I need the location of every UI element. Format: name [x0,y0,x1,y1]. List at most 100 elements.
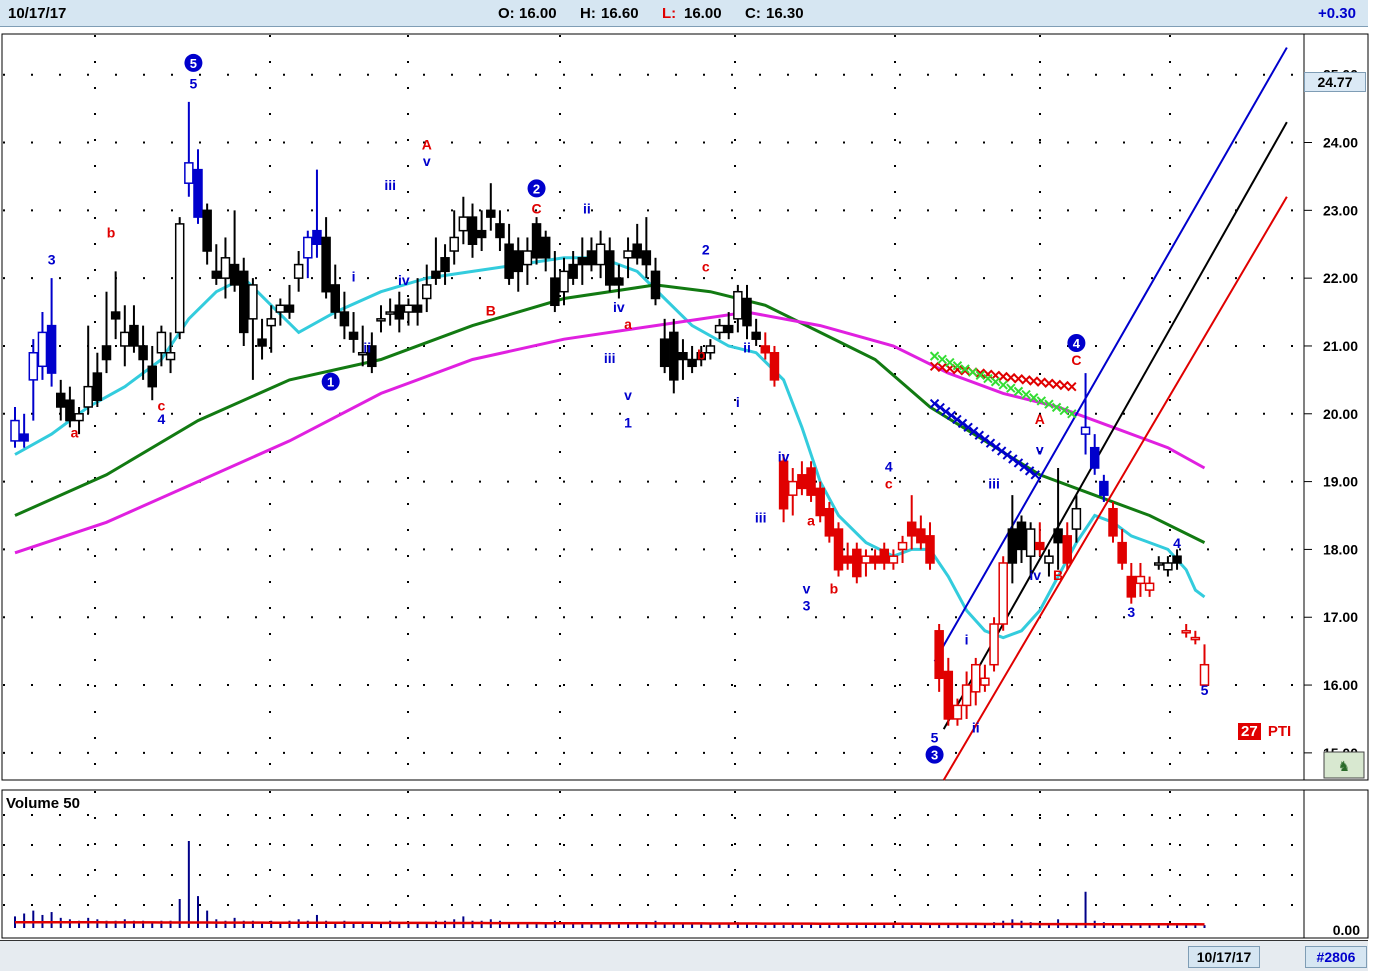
candle-body [824,507,835,537]
candle-body [239,270,249,334]
wave-label: 2 [702,241,710,257]
candle-body [723,324,734,334]
wave-label: A [422,136,432,152]
candle-body [303,236,313,259]
candle-body [165,351,176,361]
wave-label: ii [363,340,371,356]
wave-label: c [702,258,710,274]
candle-body [623,250,633,259]
candle-body [769,351,780,381]
wave-label: C [531,201,541,217]
wave-label: iv [1029,567,1041,583]
price-chart: 553bac41iiiiiiivAvB2C iiivaiiiv12cb iiiivi… [1,33,1369,968]
candle-body [842,555,853,564]
candle-body [733,290,743,320]
candle-body [614,277,624,286]
candle [824,501,835,543]
candle-body [1117,541,1127,564]
wave-label: B [486,302,496,318]
candle [806,461,816,502]
candle-body [531,223,542,259]
candle-body [1071,507,1082,530]
candle-body [705,345,716,354]
wave-label: 1 [624,414,632,430]
candle-body [1062,535,1072,564]
candle [815,481,825,523]
candle-body [952,704,963,720]
candle-body [101,345,112,361]
y-tick-label: 22.00 [1323,270,1358,286]
candle-body [906,521,917,537]
wave-label: v [624,387,632,403]
candle-body [211,270,222,279]
candle-body [403,304,414,313]
candle-body [1108,507,1118,537]
wave-label: v [1036,441,1044,457]
wave-label: iii [604,350,616,366]
footer-date-box: 10/17/17 [1188,946,1260,968]
candle-body [669,331,679,381]
candle-body [1016,521,1027,551]
y-tick-label: 23.00 [1323,202,1358,218]
candle-body [861,555,871,564]
wave-label: iv [398,272,410,288]
candle-body [120,331,130,347]
candle-body [74,413,84,422]
wave-label: C [1071,352,1081,368]
wave-label: 4 [1073,336,1081,351]
wave-label: iii [988,475,1000,491]
candle-body [312,229,322,245]
candle-body [1190,636,1201,641]
y-tick-label: 20.00 [1323,406,1358,422]
candle-body [422,284,432,300]
candle-body [980,677,990,686]
candle [833,522,844,577]
candle-body [339,311,350,327]
candle-body [1044,555,1054,564]
candle-body [348,331,359,340]
candle-body [248,284,258,320]
candle-body [550,277,560,307]
candle-body [65,399,75,422]
candle-body [504,243,514,279]
candle-body [46,324,57,374]
wave-label: iii [755,509,767,525]
candle-body [28,351,39,381]
candle-body [1144,582,1155,591]
candle-body [998,562,1008,625]
candle-body [184,162,194,184]
last-price-box: 24.77 [1304,72,1366,92]
wave-label: ii [972,720,980,736]
candle-body [897,541,908,551]
candle-body [431,270,441,279]
candle [852,542,862,584]
wave-label: 4 [885,458,893,474]
candle-body [385,311,395,315]
candle-body [257,338,267,347]
candle-body [888,555,899,564]
candle-body [989,623,999,666]
candle [769,345,780,387]
candle-body [852,548,862,578]
candle-body [138,345,148,361]
wave-label: iv [778,448,790,464]
candle-body [568,263,578,279]
candle-body [486,209,496,218]
candle-body [458,216,469,232]
candle-body [742,297,752,327]
candle-body [174,223,185,334]
candle-body [495,223,505,239]
wave-label: A [1035,411,1045,427]
candle-body [83,385,93,408]
candle-body [1053,528,1063,544]
record-number-box[interactable]: #2806 [1305,946,1367,968]
candle-body [1099,480,1109,496]
candle-body [788,480,798,496]
candle-body [650,270,661,300]
candle-body [394,304,405,320]
candle-body [467,216,478,245]
candle-body [1035,541,1045,551]
wave-label: i [736,394,740,410]
y-tick-label: 21.00 [1323,338,1358,354]
candle-body [1089,446,1100,469]
